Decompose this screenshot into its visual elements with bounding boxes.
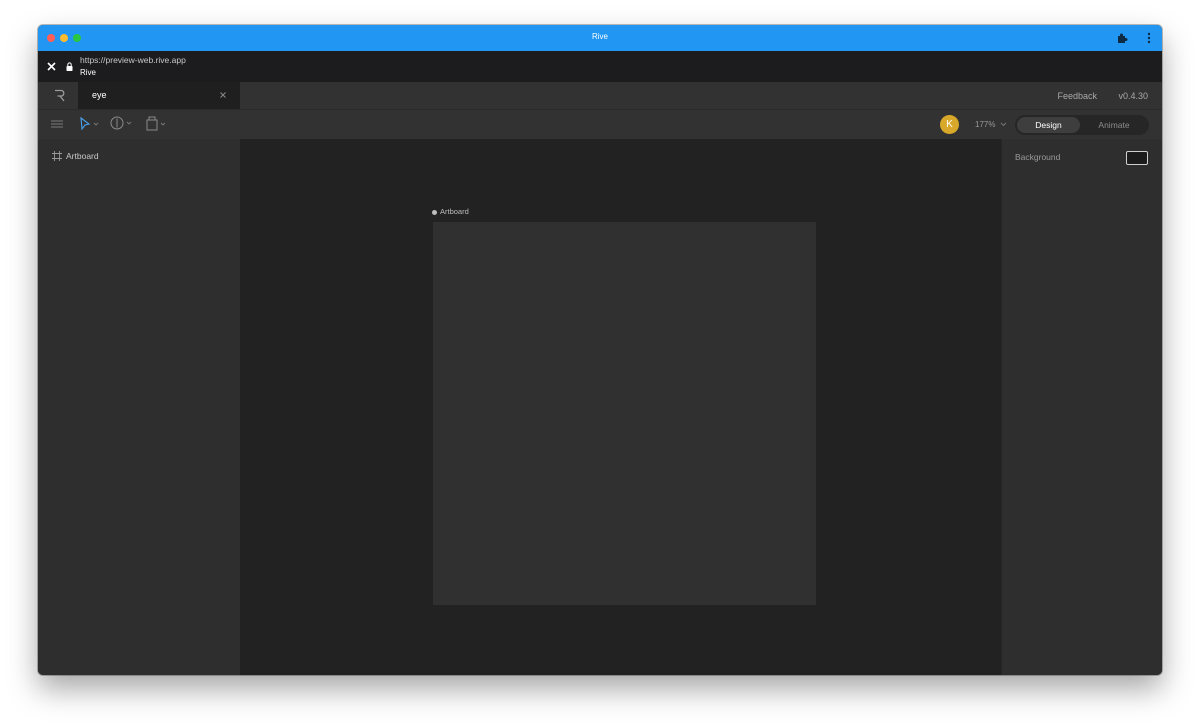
- design-mode-button[interactable]: Design: [1017, 117, 1080, 133]
- lock-icon: [66, 62, 73, 71]
- browser-url-bar: https://preview-web.rive.app Rive: [38, 51, 1162, 82]
- zoom-value: 177%: [975, 120, 996, 129]
- close-tab-icon[interactable]: [219, 91, 227, 99]
- rive-logo-button[interactable]: [38, 82, 78, 109]
- artboard-icon: [52, 151, 62, 161]
- zoom-level-dropdown[interactable]: 177%: [975, 120, 1007, 129]
- pen-tool-icon[interactable]: [110, 115, 134, 131]
- background-color-swatch[interactable]: [1126, 151, 1148, 165]
- shape-tool-icon[interactable]: [145, 114, 169, 132]
- chevron-down-icon: [1000, 122, 1007, 127]
- window-titlebar: Rive: [38, 25, 1162, 51]
- more-menu-icon[interactable]: [1146, 31, 1152, 45]
- artboard[interactable]: [433, 222, 816, 605]
- artboard-dot-icon: [432, 210, 437, 215]
- url-text[interactable]: https://preview-web.rive.app: [80, 55, 186, 65]
- background-label: Background: [1015, 152, 1061, 162]
- window-title: Rive: [591, 32, 608, 41]
- hierarchy-item-label: Artboard: [66, 151, 99, 161]
- hamburger-menu-icon[interactable]: [51, 119, 63, 129]
- editor-toolbar: K 177% Design Animate: [38, 109, 1162, 139]
- feedback-link[interactable]: Feedback: [1057, 91, 1097, 101]
- animate-mode-button[interactable]: Animate: [1081, 117, 1147, 133]
- tab-label: eye: [92, 90, 107, 100]
- site-name: Rive: [80, 68, 97, 77]
- file-tab-bar: eye Feedback v0.4.30: [38, 82, 1162, 109]
- hierarchy-panel: Artboard: [38, 139, 240, 675]
- tab-eye[interactable]: eye: [78, 82, 240, 109]
- app-window: Rive https://preview-web.rive.app Rive e…: [38, 25, 1162, 675]
- avatar[interactable]: K: [940, 115, 959, 134]
- rive-logo-icon: [55, 89, 65, 102]
- select-tool-icon[interactable]: [80, 117, 100, 131]
- artboard-name: Artboard: [440, 207, 469, 216]
- version-label: v0.4.30: [1118, 91, 1148, 101]
- puzzle-extension-icon[interactable]: [1116, 32, 1128, 44]
- canvas-stage[interactable]: Artboard: [240, 139, 1001, 675]
- mode-toggle: Design Animate: [1015, 115, 1149, 135]
- inspector-panel: Background: [1001, 139, 1162, 675]
- close-icon[interactable]: [46, 61, 57, 72]
